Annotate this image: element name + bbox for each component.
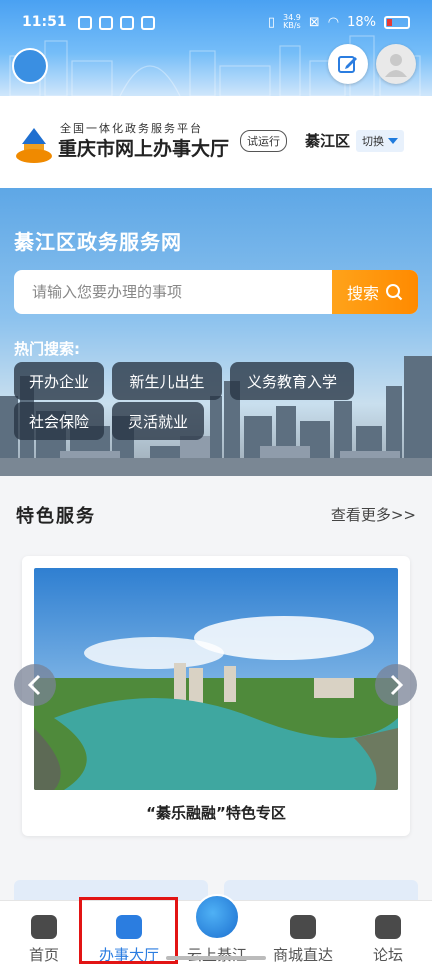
search-icon [386, 284, 403, 301]
notification-app-icon [78, 16, 92, 30]
featured-card[interactable]: “綦乐融融”特色专区 [22, 556, 410, 836]
nav-label: 论坛 [372, 946, 403, 964]
featured-title: 特色服务 [16, 506, 96, 527]
chevron-right-icon [390, 674, 404, 696]
net-speed: 34.9 KB/s [283, 14, 301, 30]
hot-tag[interactable]: 新生儿出生 [112, 362, 222, 400]
status-bar: 11:51 ▯ 34.9 KB/s ⊠ ◠ 18% [0, 10, 432, 40]
nav-home[interactable]: 首页 [16, 901, 72, 964]
vibrate-icon: ▯ [267, 14, 276, 30]
featured-photo [34, 568, 398, 790]
trial-badge: 试运行 [240, 130, 287, 152]
notification-app-icon [99, 16, 113, 30]
cloud-qijiang-logo-icon[interactable] [194, 894, 240, 940]
nav-forum[interactable]: 论坛 [360, 901, 416, 964]
top-banner: 11:51 ▯ 34.9 KB/s ⊠ ◠ 18% [0, 0, 432, 96]
chevron-down-icon [388, 138, 398, 144]
edit-button[interactable] [328, 44, 368, 84]
selection-highlight-box [79, 897, 178, 964]
battery-percent: 18% [347, 14, 376, 30]
hot-tag[interactable]: 开办企业 [14, 362, 104, 400]
hot-search-label: 热门搜索: [14, 340, 80, 358]
switch-label: 切换 [362, 135, 384, 148]
hero-banner: 綦江区政务服务网 搜索 热门搜索: 开办企业 新生儿出生 义务教育入学 社会保险… [0, 188, 432, 476]
carousel-prev-button[interactable] [14, 664, 56, 706]
nav-label: 首页 [28, 946, 59, 964]
notification-icons [78, 16, 155, 30]
status-right: ▯ 34.9 KB/s ⊠ ◠ 18% [268, 14, 410, 30]
nav-mall[interactable]: 商城直达 [266, 901, 340, 964]
status-time: 11:51 [22, 14, 67, 30]
avatar-icon [385, 54, 407, 77]
chevron-left-icon [27, 674, 41, 696]
net-speed-unit: KB/s [283, 21, 301, 30]
switch-district-button[interactable]: 切换 [356, 130, 404, 152]
edit-icon [338, 56, 357, 73]
site-title: 重庆市网上办事大厅 [58, 138, 230, 160]
featured-card-caption: “綦乐融融”特色专区 [146, 804, 286, 822]
search-button[interactable]: 搜索 [332, 270, 418, 314]
battery-icon [384, 15, 410, 29]
river-city-image [34, 568, 398, 790]
carousel-next-button[interactable] [375, 664, 417, 706]
user-avatar-button[interactable] [376, 44, 416, 84]
shopping-bag-icon [290, 915, 316, 939]
nav-label: 商城直达 [272, 946, 333, 964]
hot-tag[interactable]: 义务教育入学 [230, 362, 354, 400]
home-indicator [166, 956, 266, 960]
app-logo-icon [12, 48, 48, 84]
chat-icon [375, 915, 401, 939]
notification-app-icon [120, 16, 134, 30]
chongqing-logo-icon [16, 128, 52, 163]
search-input[interactable] [14, 270, 332, 314]
hot-tag[interactable]: 社会保险 [14, 402, 104, 440]
no-sim-icon: ⊠ [308, 14, 320, 30]
wifi-icon: ◠ [327, 14, 340, 30]
tiktok-icon [141, 16, 155, 30]
home-icon [31, 915, 57, 939]
search-bar: 搜索 [14, 270, 418, 314]
site-header: 全国一体化政务服务平台 重庆市网上办事大厅 试运行 綦江区 切换 [0, 96, 432, 188]
current-district: 綦江区 [305, 132, 351, 150]
hero-title: 綦江区政务服务网 [14, 230, 182, 254]
hot-tag[interactable]: 灵活就业 [112, 402, 204, 440]
search-button-label: 搜索 [346, 284, 379, 303]
nav-label: 云上綦江 [186, 946, 247, 964]
view-more-link[interactable]: 查看更多>> [331, 504, 416, 525]
featured-section-header: 特色服务 查看更多>> [0, 476, 432, 556]
